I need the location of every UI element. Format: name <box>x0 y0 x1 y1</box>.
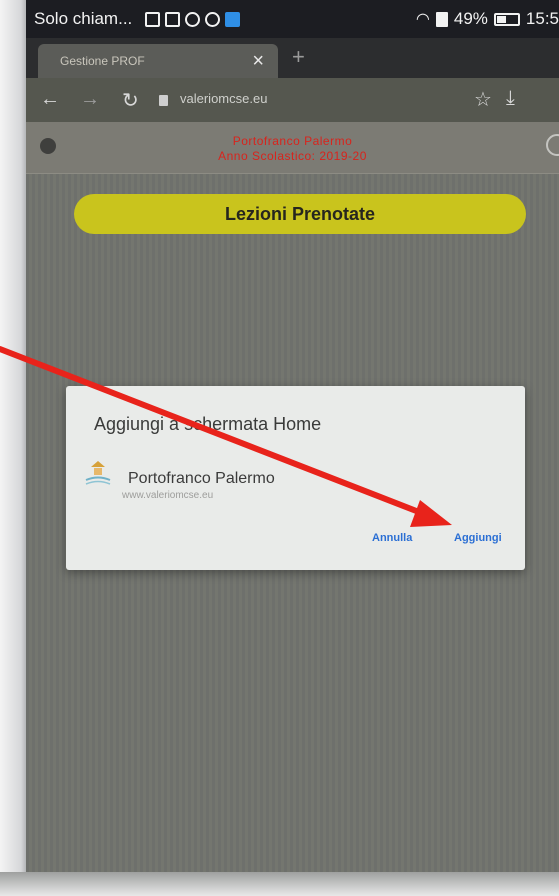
booked-lessons-heading[interactable]: Lezioni Prenotate <box>74 194 526 234</box>
address-bar: ← → ↻ valeriomcse.eu ☆ ⤓ ⋮ <box>26 78 559 122</box>
dialog-title: Aggiungi a schermata Home <box>94 414 322 434</box>
carrier-label: Solo chiam... <box>34 9 133 28</box>
app-header: Portofranco Palermo Anno Scolastico: 201… <box>26 122 559 174</box>
status-bar: Solo chiam... ◠ 49% 15:5 <box>26 0 559 38</box>
cancel-button[interactable]: Annulla <box>372 532 412 544</box>
photo-bottom-edge <box>0 872 559 896</box>
url-field[interactable]: valeriomcse.eu <box>180 91 267 106</box>
gallery-notification-icon <box>165 11 181 27</box>
tab-strip: Gestione PROF × + <box>26 38 559 78</box>
status-left: Solo chiam... <box>34 9 241 29</box>
app-logo-icon <box>85 461 111 485</box>
wifi-icon: ◠ <box>415 11 430 28</box>
shortcut-app-name[interactable]: Portofranco Palermo <box>128 470 275 488</box>
forward-arrow-icon[interactable]: → <box>80 88 100 111</box>
app-notification-icon <box>225 11 241 27</box>
add-to-home-dialog: Aggiungi a schermata Home Portofranco Pa… <box>66 386 525 570</box>
school-year: Anno Scolastico: 2019-20 <box>218 149 367 163</box>
new-tab-icon[interactable]: + <box>292 44 305 70</box>
clock: 15:5 <box>525 9 559 28</box>
download-icon[interactable]: ⤓ <box>506 87 515 110</box>
sim-icon <box>435 11 448 27</box>
image-notification-icon <box>145 11 161 27</box>
reload-icon[interactable]: ↻ <box>122 88 139 113</box>
shortcut-url: www.valeriomcse.eu <box>122 490 214 501</box>
phone-screen: Solo chiam... ◠ 49% 15:5 Gestione PROF ×… <box>26 0 559 872</box>
status-right: ◠ 49% 15:5 <box>416 0 559 38</box>
lock-icon[interactable] <box>159 95 168 106</box>
close-tab-icon[interactable]: × <box>252 50 264 73</box>
back-arrow-icon[interactable]: ← <box>40 88 60 111</box>
sync-notification-icon <box>185 11 201 27</box>
bookmark-star-icon[interactable]: ☆ <box>474 87 492 112</box>
notification-icons <box>145 11 241 27</box>
browser-tab[interactable]: Gestione PROF × <box>38 44 278 78</box>
more-menu-icon[interactable]: ⋮ <box>550 85 559 111</box>
add-button[interactable]: Aggiungi <box>454 532 502 544</box>
app-title: Portofranco Palermo <box>232 134 353 148</box>
battery-percent: 49% <box>453 9 488 28</box>
battery-icon <box>493 12 520 26</box>
tab-title: Gestione PROF <box>60 54 145 68</box>
chat-notification-icon <box>205 11 221 27</box>
